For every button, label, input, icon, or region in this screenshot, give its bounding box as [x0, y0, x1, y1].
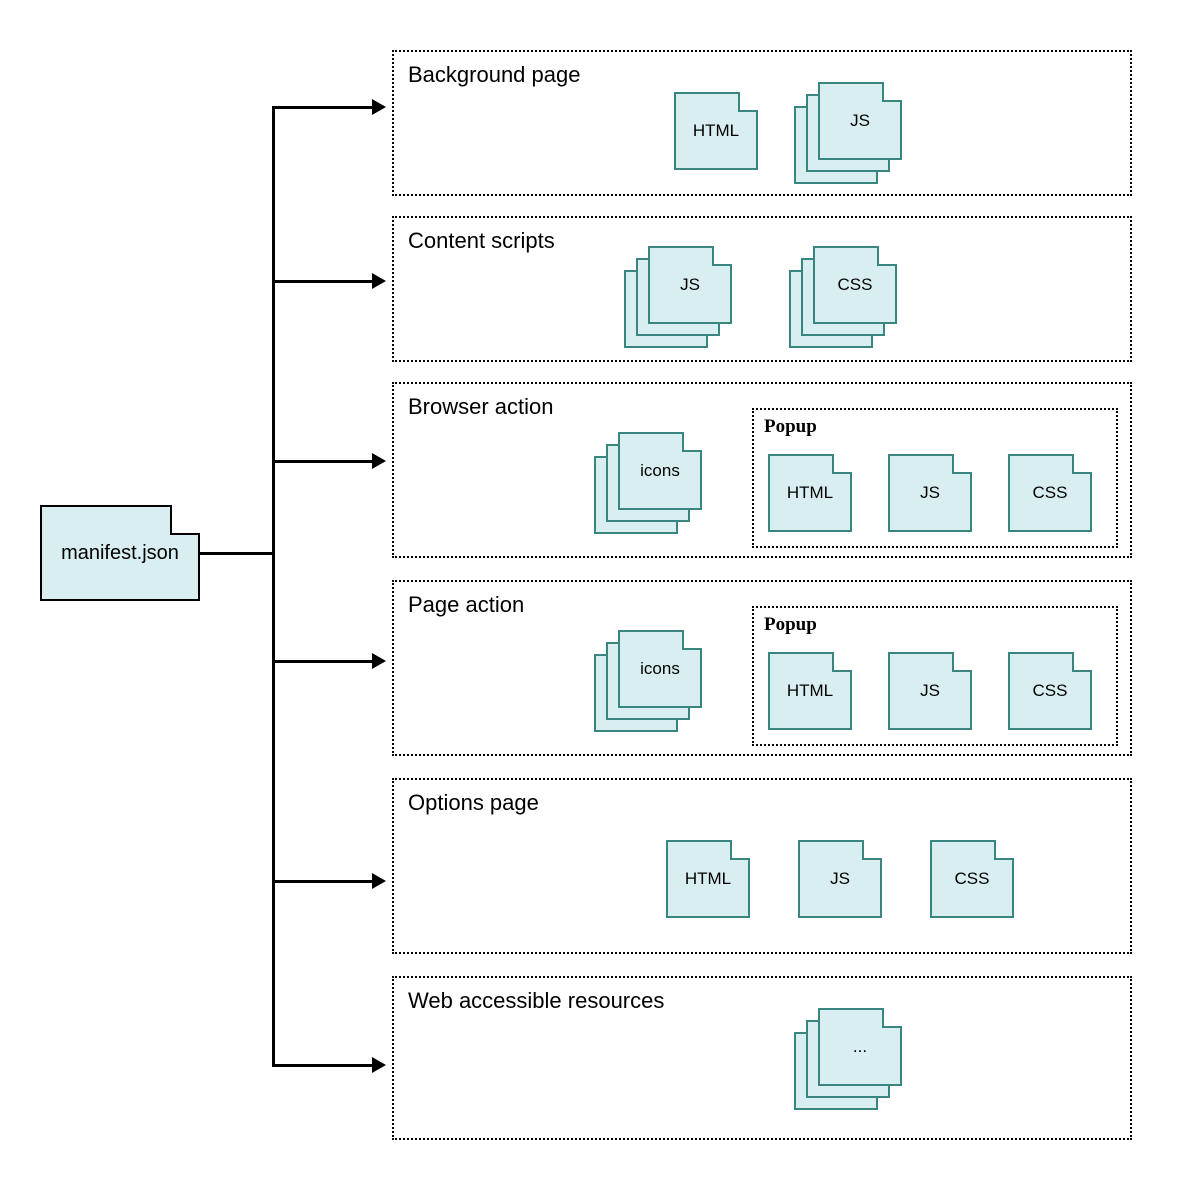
- popup-title: Popup: [764, 614, 817, 636]
- section-page-action: Page action icons Popup HTML JS CSS: [392, 580, 1132, 756]
- manifest-label: manifest.json: [61, 542, 179, 565]
- section-title: Web accessible resources: [408, 988, 664, 1014]
- extension-architecture-diagram: manifest.json Background page HTML: [0, 0, 1200, 1200]
- file-css-icon: CSS: [1008, 454, 1092, 532]
- file-html-icon: HTML: [768, 454, 852, 532]
- section-web-accessible-resources: Web accessible resources ...: [392, 976, 1132, 1140]
- file-js-stack-icon: JS: [794, 82, 904, 182]
- file-html-icon: HTML: [674, 92, 758, 170]
- section-title: Browser action: [408, 394, 554, 420]
- file-js-icon: JS: [888, 454, 972, 532]
- popup-box: Popup HTML JS CSS: [752, 606, 1118, 746]
- file-css-icon: CSS: [930, 840, 1014, 918]
- section-title: Background page: [408, 62, 580, 88]
- section-title: Page action: [408, 592, 524, 618]
- file-css-icon: CSS: [1008, 652, 1092, 730]
- manifest-file-icon: manifest.json: [40, 505, 200, 601]
- section-options-page: Options page HTML JS CSS: [392, 778, 1132, 954]
- file-js-icon: JS: [888, 652, 972, 730]
- section-title: Options page: [408, 790, 539, 816]
- popup-title: Popup: [764, 416, 817, 438]
- section-title: Content scripts: [408, 228, 555, 254]
- file-js-icon: JS: [798, 840, 882, 918]
- section-content-scripts: Content scripts JS CSS: [392, 216, 1132, 362]
- section-background-page: Background page HTML JS: [392, 50, 1132, 196]
- file-html-icon: HTML: [666, 840, 750, 918]
- section-browser-action: Browser action icons Popup HTML JS CSS: [392, 382, 1132, 558]
- popup-box: Popup HTML JS CSS: [752, 408, 1118, 548]
- file-html-icon: HTML: [768, 652, 852, 730]
